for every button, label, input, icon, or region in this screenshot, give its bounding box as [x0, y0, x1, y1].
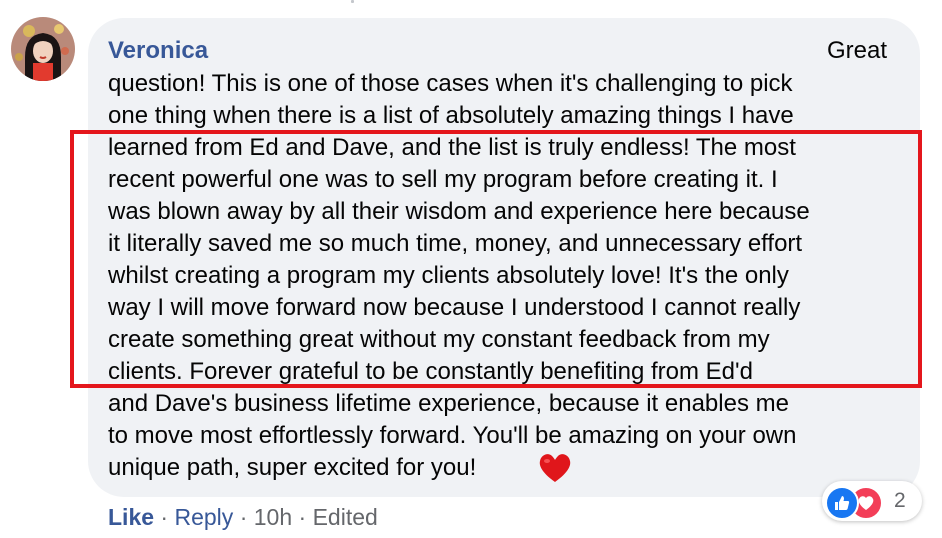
reply-button[interactable]: Reply — [174, 504, 233, 530]
comment-text-line: to move most effortlessly forward. You'l… — [108, 422, 797, 449]
separator: · — [239, 504, 254, 530]
separator: · — [298, 504, 313, 530]
like-button[interactable]: Like — [108, 504, 154, 530]
comment-text-line: and Dave's business lifetime experience,… — [108, 390, 789, 417]
highlight-box — [70, 130, 922, 388]
comment-author[interactable]: Veronica — [108, 36, 208, 66]
comment-text-line: Great — [826, 37, 887, 64]
comment-text-line: one thing when there is a list of absolu… — [108, 102, 794, 129]
heart-emoji — [539, 454, 571, 482]
avatar-photo — [11, 17, 75, 81]
reactions-summary[interactable]: 2 — [822, 481, 922, 521]
reaction-count: 2 — [894, 489, 906, 512]
comment-actions: Like · Reply · 10h · Edited — [108, 503, 378, 531]
avatar[interactable] — [11, 17, 75, 81]
comment-text-line: unique path, super excited for you! — [108, 454, 477, 481]
like-reaction-icon — [825, 486, 859, 520]
edited-label[interactable]: Edited — [313, 504, 378, 530]
comment-text-line: question! This is one of those cases whe… — [108, 70, 793, 97]
scroll-indicator — [351, 0, 354, 3]
timestamp[interactable]: 10h — [254, 504, 292, 530]
separator: · — [160, 504, 175, 530]
